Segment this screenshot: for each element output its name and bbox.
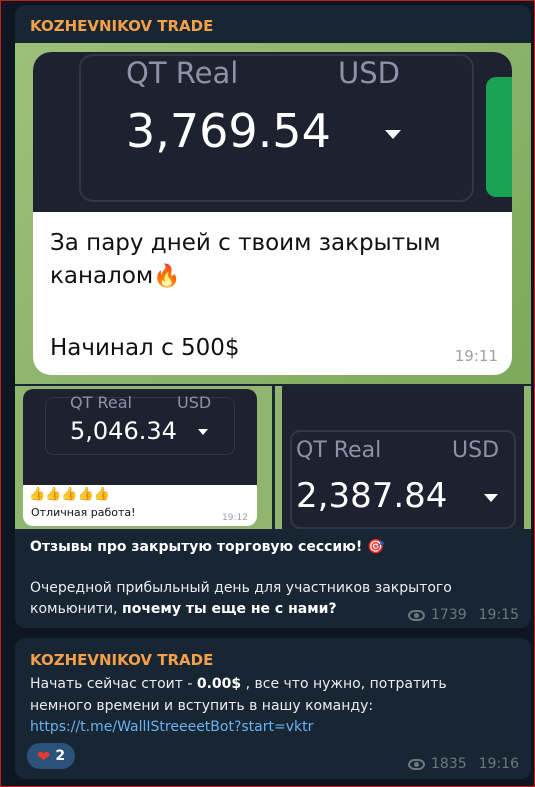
account-balance: 5,046.34 bbox=[70, 417, 177, 445]
account-panel: QT Real USD 5,046.34 bbox=[23, 389, 257, 485]
account-label: QT Real bbox=[296, 438, 382, 463]
channel-name[interactable]: KOZHEVNIKOV TRADE bbox=[30, 17, 213, 35]
account-panel: QT Real USD 2,387.84 bbox=[282, 386, 524, 529]
post-meta: 1739 19:15 bbox=[408, 607, 519, 623]
heart-icon: ❤ bbox=[36, 746, 51, 766]
caption-body-bold: почему ты еще не с нами? bbox=[122, 601, 337, 617]
review-photo-1[interactable]: QT Real USD 3,769.54 За пару дней с твои… bbox=[15, 43, 531, 384]
bubble-text-word: каналом bbox=[50, 263, 154, 289]
account-label: QT Real bbox=[126, 56, 239, 90]
chevron-down-icon bbox=[484, 494, 498, 502]
heart-reaction-button[interactable]: ❤ 2 bbox=[27, 743, 75, 769]
caption-title: Отзывы про закрытую торговую сессию! 🎯 bbox=[30, 537, 385, 557]
bubble-text-line1: За пару дней с твоим закрытым bbox=[50, 230, 441, 256]
channel-name[interactable]: KOZHEVNIKOV TRADE bbox=[30, 651, 213, 669]
price-value: 0.00$ bbox=[196, 676, 242, 692]
bubble-time: 19:11 bbox=[454, 347, 498, 365]
chevron-down-icon bbox=[385, 130, 401, 139]
caption-body-text: комьюнити, bbox=[30, 601, 123, 617]
bubble-text: Отличная работа! bbox=[31, 506, 136, 519]
channel-post-1: KOZHEVNIKOV TRADE QT Real USD 3,769.54 З… bbox=[15, 5, 531, 628]
caption-body-line2: комьюнити, почему ты еще не с нами? bbox=[30, 599, 337, 619]
green-button-edge bbox=[486, 77, 512, 197]
bubble-time: 19:12 bbox=[222, 513, 248, 523]
bubble-text-line2: каналом🔥 bbox=[50, 260, 181, 293]
channel-post-2: KOZHEVNIKOV TRADE Начать сейчас стоит - … bbox=[15, 638, 531, 779]
account-currency: USD bbox=[338, 56, 400, 90]
fire-emoji-icon: 🔥 bbox=[153, 264, 181, 289]
post-text: , все что нужно, потратить bbox=[241, 676, 447, 692]
account-currency: USD bbox=[177, 393, 212, 412]
eye-icon bbox=[408, 609, 425, 621]
thumbs-up-emojis: 👍👍👍👍👍 bbox=[29, 487, 110, 502]
chevron-down-icon bbox=[198, 429, 208, 435]
account-currency: USD bbox=[452, 438, 500, 463]
account-balance: 2,387.84 bbox=[296, 476, 448, 516]
bubble-text-line3: Начинал с 500$ bbox=[50, 335, 240, 361]
account-balance: 3,769.54 bbox=[126, 104, 331, 158]
account-label: QT Real bbox=[70, 393, 132, 412]
chat-bubble-screenshot: QT Real USD 3,769.54 За пару дней с твои… bbox=[33, 52, 512, 375]
post-time: 19:16 bbox=[478, 756, 519, 772]
post-text-line1: Начать сейчас стоит - 0.00$ , все что ну… bbox=[30, 674, 447, 694]
post-meta: 1835 19:16 bbox=[408, 756, 519, 772]
reaction-count: 2 bbox=[55, 748, 66, 764]
post-time: 19:15 bbox=[478, 607, 519, 623]
target-emoji-icon: 🎯 bbox=[367, 539, 385, 555]
post-text: Начать сейчас стоит - bbox=[30, 676, 197, 692]
chat-bubble-screenshot: QT Real USD 5,046.34 👍👍👍👍👍 Отличная рабо… bbox=[23, 389, 257, 526]
review-photo-2[interactable]: QT Real USD 5,046.34 👍👍👍👍👍 Отличная рабо… bbox=[15, 386, 272, 529]
review-photo-3[interactable]: QT Real USD 2,387.84 bbox=[275, 386, 531, 529]
view-count: 1835 bbox=[431, 756, 467, 772]
caption-body-line1: Очередной прибыльный день для участников… bbox=[30, 580, 452, 596]
view-count: 1739 bbox=[431, 607, 467, 623]
eye-icon bbox=[408, 758, 425, 770]
post-text-line2: немного времени и вступить в нашу команд… bbox=[30, 698, 374, 714]
account-panel: QT Real USD 3,769.54 bbox=[33, 52, 512, 212]
caption-title-text: Отзывы про закрытую торговую сессию! bbox=[30, 539, 363, 555]
bot-link[interactable]: https://t.me/WallIStreeeetBot?start=vktr bbox=[30, 717, 313, 737]
